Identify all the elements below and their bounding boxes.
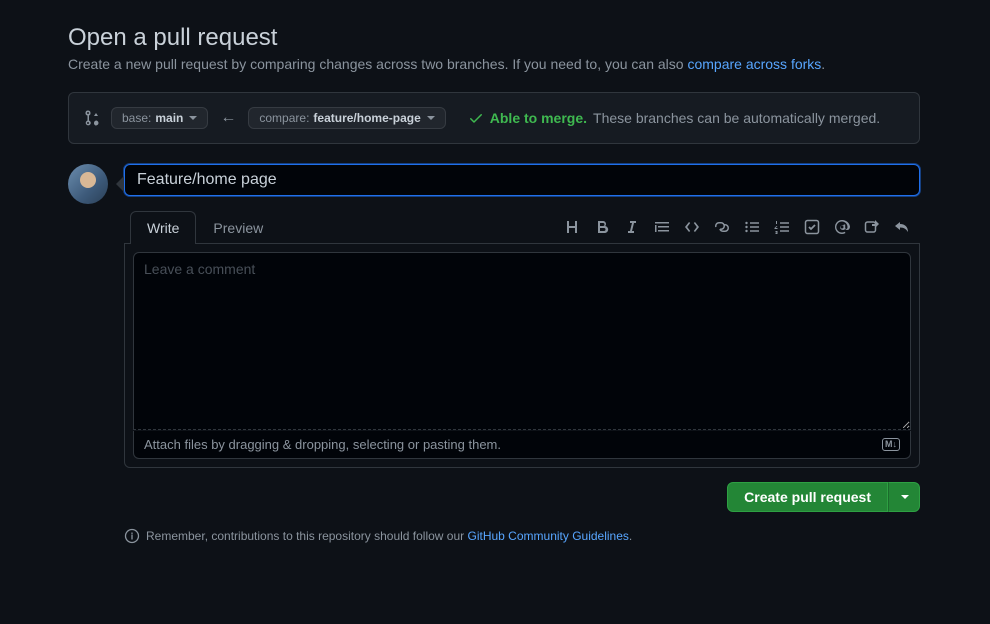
formatting-toolbar <box>562 215 920 239</box>
base-branch-name: main <box>155 111 183 125</box>
italic-icon[interactable] <box>622 215 642 239</box>
pr-title-input[interactable] <box>124 164 920 196</box>
cross-reference-icon[interactable] <box>862 215 882 239</box>
compare-bar: base: main ← compare: feature/home-page … <box>68 92 920 144</box>
footer-note: Remember, contributions to this reposito… <box>124 528 920 544</box>
create-pull-request-button[interactable]: Create pull request <box>727 482 888 512</box>
mention-icon[interactable] <box>832 215 852 239</box>
base-branch-button[interactable]: base: main <box>111 107 208 129</box>
comment-body: Attach files by dragging & dropping, sel… <box>124 244 920 468</box>
comment-textarea[interactable] <box>133 252 911 430</box>
chevron-down-icon <box>189 116 197 120</box>
link-icon[interactable] <box>712 215 732 239</box>
list-ordered-icon[interactable] <box>772 215 792 239</box>
footer-prefix: Remember, contributions to this reposito… <box>146 529 468 543</box>
arrow-left-icon: ← <box>218 109 238 127</box>
bold-icon[interactable] <box>592 215 612 239</box>
form-panel: Write Preview <box>124 164 920 512</box>
editor-tabs-row: Write Preview <box>124 210 920 244</box>
compare-branch-name: feature/home-page <box>313 111 420 125</box>
info-icon <box>124 528 140 544</box>
heading-icon[interactable] <box>562 215 582 239</box>
tab-preview[interactable]: Preview <box>196 211 280 244</box>
subtitle-text: Create a new pull request by comparing c… <box>68 56 687 72</box>
footer-suffix: . <box>629 529 632 543</box>
merge-desc-text: These branches can be automatically merg… <box>593 110 880 126</box>
chevron-down-icon <box>427 116 435 120</box>
tab-write[interactable]: Write <box>130 211 196 244</box>
compare-branch-button[interactable]: compare: feature/home-page <box>248 107 445 129</box>
markdown-icon[interactable]: M↓ <box>882 438 900 451</box>
git-compare-icon <box>85 110 101 126</box>
check-icon <box>468 110 484 126</box>
merge-status: Able to merge. These branches can be aut… <box>468 110 880 126</box>
subtitle-suffix: . <box>821 56 825 72</box>
tasklist-icon[interactable] <box>802 215 822 239</box>
compare-label: compare: <box>259 111 309 125</box>
reply-icon[interactable] <box>892 215 912 239</box>
create-pull-request-dropdown[interactable] <box>888 482 920 512</box>
form-actions: Create pull request <box>124 482 920 512</box>
community-guidelines-link[interactable]: GitHub Community Guidelines <box>468 529 629 543</box>
chevron-down-icon <box>901 495 909 499</box>
avatar[interactable] <box>68 164 108 204</box>
attach-text: Attach files by dragging & dropping, sel… <box>144 437 501 452</box>
quote-icon[interactable] <box>652 215 672 239</box>
list-unordered-icon[interactable] <box>742 215 762 239</box>
attach-bar[interactable]: Attach files by dragging & dropping, sel… <box>133 431 911 459</box>
merge-ok-text: Able to merge. <box>490 110 587 126</box>
page-subtitle: Create a new pull request by comparing c… <box>68 56 920 72</box>
code-icon[interactable] <box>682 215 702 239</box>
base-label: base: <box>122 111 151 125</box>
page-title: Open a pull request <box>68 24 920 52</box>
compare-forks-link[interactable]: compare across forks <box>687 56 821 72</box>
